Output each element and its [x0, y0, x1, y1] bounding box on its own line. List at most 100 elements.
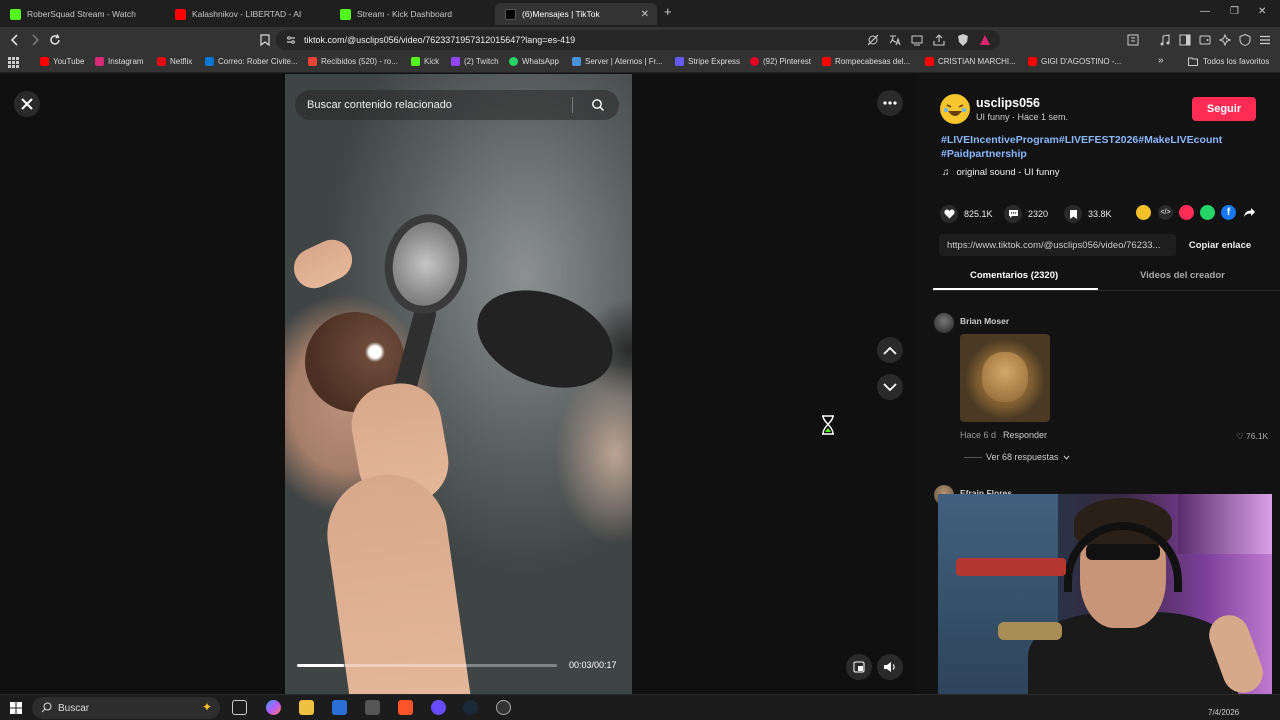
tab-tiktok-messages[interactable]: (6)Mensajes | TikTok ✕	[495, 3, 657, 25]
cast-icon[interactable]	[910, 33, 924, 47]
share-page-icon[interactable]	[932, 33, 946, 47]
comment-sticker-image[interactable]	[960, 334, 1050, 422]
brave-rewards-icon[interactable]	[978, 33, 992, 47]
discord-icon[interactable]	[431, 700, 446, 715]
bookmark-youtube[interactable]: YouTube	[40, 57, 84, 66]
whatsapp-share-icon[interactable]	[1200, 205, 1215, 220]
taskbar-search[interactable]: Buscar ✦	[32, 697, 220, 719]
leo-ai-icon[interactable]	[1218, 33, 1232, 47]
close-viewer-button[interactable]	[14, 91, 40, 117]
comment-button[interactable]: 2320	[1004, 205, 1048, 223]
tab-kalashnikov[interactable]: Kalashnikov - LIBERTAD - AIRBAG - Y	[165, 3, 330, 25]
app-icon[interactable]	[365, 700, 380, 715]
previous-video-button[interactable]	[877, 337, 903, 363]
brave-shield-icon[interactable]	[956, 33, 970, 47]
tab-title: RoberSquad Stream - Watch Live	[27, 9, 137, 19]
all-favorites-folder[interactable]: Todos los favoritos	[1188, 57, 1269, 66]
tracking-icon[interactable]	[866, 33, 880, 47]
obs-icon[interactable]	[496, 700, 511, 715]
more-options-button[interactable]	[877, 90, 903, 116]
menu-icon[interactable]	[1258, 33, 1272, 47]
restore-icon[interactable]: ❐	[1230, 6, 1239, 17]
bookmark-pinterest[interactable]: (92) Pinterest	[750, 57, 811, 66]
sidebar-toggle-icon[interactable]	[1126, 33, 1140, 47]
bookmark-rompecabesas[interactable]: Rompecabesas del...	[822, 57, 910, 66]
video-player[interactable]: Buscar contenido relacionado 00:03/00:17	[285, 74, 632, 694]
minimize-icon[interactable]: —	[1200, 6, 1210, 17]
bookmark-twitch[interactable]: (2) Twitch	[451, 57, 499, 66]
embed-icon[interactable]: </>	[1158, 205, 1173, 220]
avatar[interactable]	[934, 313, 954, 333]
view-replies-button[interactable]: Ver 68 respuestas	[964, 452, 1070, 462]
video-progress-bar[interactable]	[297, 664, 557, 667]
share-arrow-icon[interactable]	[1242, 205, 1257, 220]
video-link-field[interactable]: https://www.tiktok.com/@usclips056/video…	[939, 234, 1176, 256]
forward-icon[interactable]	[28, 33, 42, 47]
bookmark-stripe[interactable]: Stripe Express	[675, 57, 740, 66]
volume-button[interactable]	[877, 654, 903, 680]
tab-kick-dashboard[interactable]: Stream - Kick Dashboard	[330, 3, 495, 25]
avatar[interactable]	[940, 94, 970, 124]
bookmark-kick[interactable]: Kick	[411, 57, 439, 66]
tab-creator-videos[interactable]: Videos del creador	[1140, 270, 1225, 281]
file-explorer-icon[interactable]	[299, 700, 314, 715]
sound-label: original sound - UI funny	[956, 167, 1060, 178]
follow-button[interactable]: Seguir	[1192, 97, 1256, 121]
back-icon[interactable]	[8, 33, 22, 47]
bookmarks-overflow[interactable]: »	[1158, 55, 1164, 66]
heart-outline-icon: ♡	[1236, 431, 1244, 441]
bookmark-label: Correo: Rober Civite...	[218, 57, 298, 66]
bookmark-star-icon[interactable]	[258, 33, 272, 47]
more-icon	[883, 101, 897, 105]
search-icon[interactable]	[591, 98, 605, 112]
apps-grid-icon[interactable]	[8, 57, 19, 68]
steam-icon[interactable]	[463, 700, 478, 715]
bookmark-gigi[interactable]: GIGI D'AGOSTINO -...	[1028, 57, 1121, 66]
bookmark-aternos[interactable]: Server | Aternos | Fr...	[572, 57, 663, 66]
site-settings-icon[interactable]	[286, 35, 296, 45]
reply-button[interactable]: Responder	[1003, 430, 1047, 440]
bookmark-instagram[interactable]: Instagram	[95, 57, 144, 66]
send-icon[interactable]	[1179, 205, 1194, 220]
close-window-icon[interactable]: ✕	[1258, 6, 1266, 17]
bookmark-label: YouTube	[53, 57, 85, 66]
bookmark-whatsapp[interactable]: WhatsApp	[509, 57, 559, 66]
close-tab-icon[interactable]: ✕	[641, 9, 649, 20]
next-video-button[interactable]	[877, 374, 903, 400]
like-button[interactable]: 825.1K	[940, 205, 993, 223]
task-view-icon[interactable]	[232, 700, 247, 715]
bookmark-netflix[interactable]: Netflix	[157, 57, 192, 66]
tiktok-icon	[505, 8, 516, 20]
related-search-input[interactable]: Buscar contenido relacionado	[295, 90, 619, 120]
tab-roberSquad[interactable]: RoberSquad Stream - Watch Live	[0, 3, 165, 25]
sidebar-panel-icon[interactable]	[1178, 33, 1192, 47]
bookmark-gmail[interactable]: Recibidos (520) - ro...	[308, 57, 398, 66]
new-tab-icon[interactable]: +	[664, 4, 672, 19]
brave-browser-icon[interactable]	[398, 700, 413, 715]
sound-link[interactable]: ♫ original sound - UI funny	[942, 167, 1059, 178]
creator-username[interactable]: usclips056	[976, 96, 1040, 110]
microsoft-store-icon[interactable]	[332, 700, 347, 715]
tab-title: Stream - Kick Dashboard	[357, 9, 452, 19]
floating-player-button[interactable]	[846, 654, 872, 680]
post-hashtags[interactable]: #LIVEIncentiveProgram#LIVEFEST2026#MakeL…	[941, 133, 1241, 161]
bookmark-outlook[interactable]: Correo: Rober Civite...	[205, 57, 298, 66]
windows-start-icon[interactable]	[10, 702, 22, 714]
wallet-icon[interactable]	[1198, 33, 1212, 47]
tab-comments[interactable]: Comentarios (2320)	[970, 270, 1058, 281]
related-search-placeholder: Buscar contenido relacionado	[307, 99, 452, 111]
save-button[interactable]: 33.8K	[1064, 205, 1112, 223]
bookmarks-bar: YouTube Instagram Netflix Correo: Rober …	[0, 53, 1280, 73]
reload-icon[interactable]	[48, 33, 62, 47]
bookmark-label: Stripe Express	[688, 57, 741, 66]
copy-link-button[interactable]: Copiar enlace	[1180, 234, 1260, 256]
gift-coin-icon[interactable]	[1136, 205, 1151, 220]
translate-icon[interactable]	[888, 33, 902, 47]
facebook-share-icon[interactable]: f	[1221, 205, 1236, 220]
comment-like-button[interactable]: ♡ 76.1K	[1236, 431, 1268, 442]
vpn-icon[interactable]	[1238, 33, 1252, 47]
media-icon[interactable]	[1158, 33, 1172, 47]
comment-author[interactable]: Brian Moser	[960, 316, 1009, 326]
copilot-icon[interactable]	[266, 700, 281, 715]
bookmark-cristian[interactable]: CRISTIAN MARCHI...	[925, 57, 1016, 66]
